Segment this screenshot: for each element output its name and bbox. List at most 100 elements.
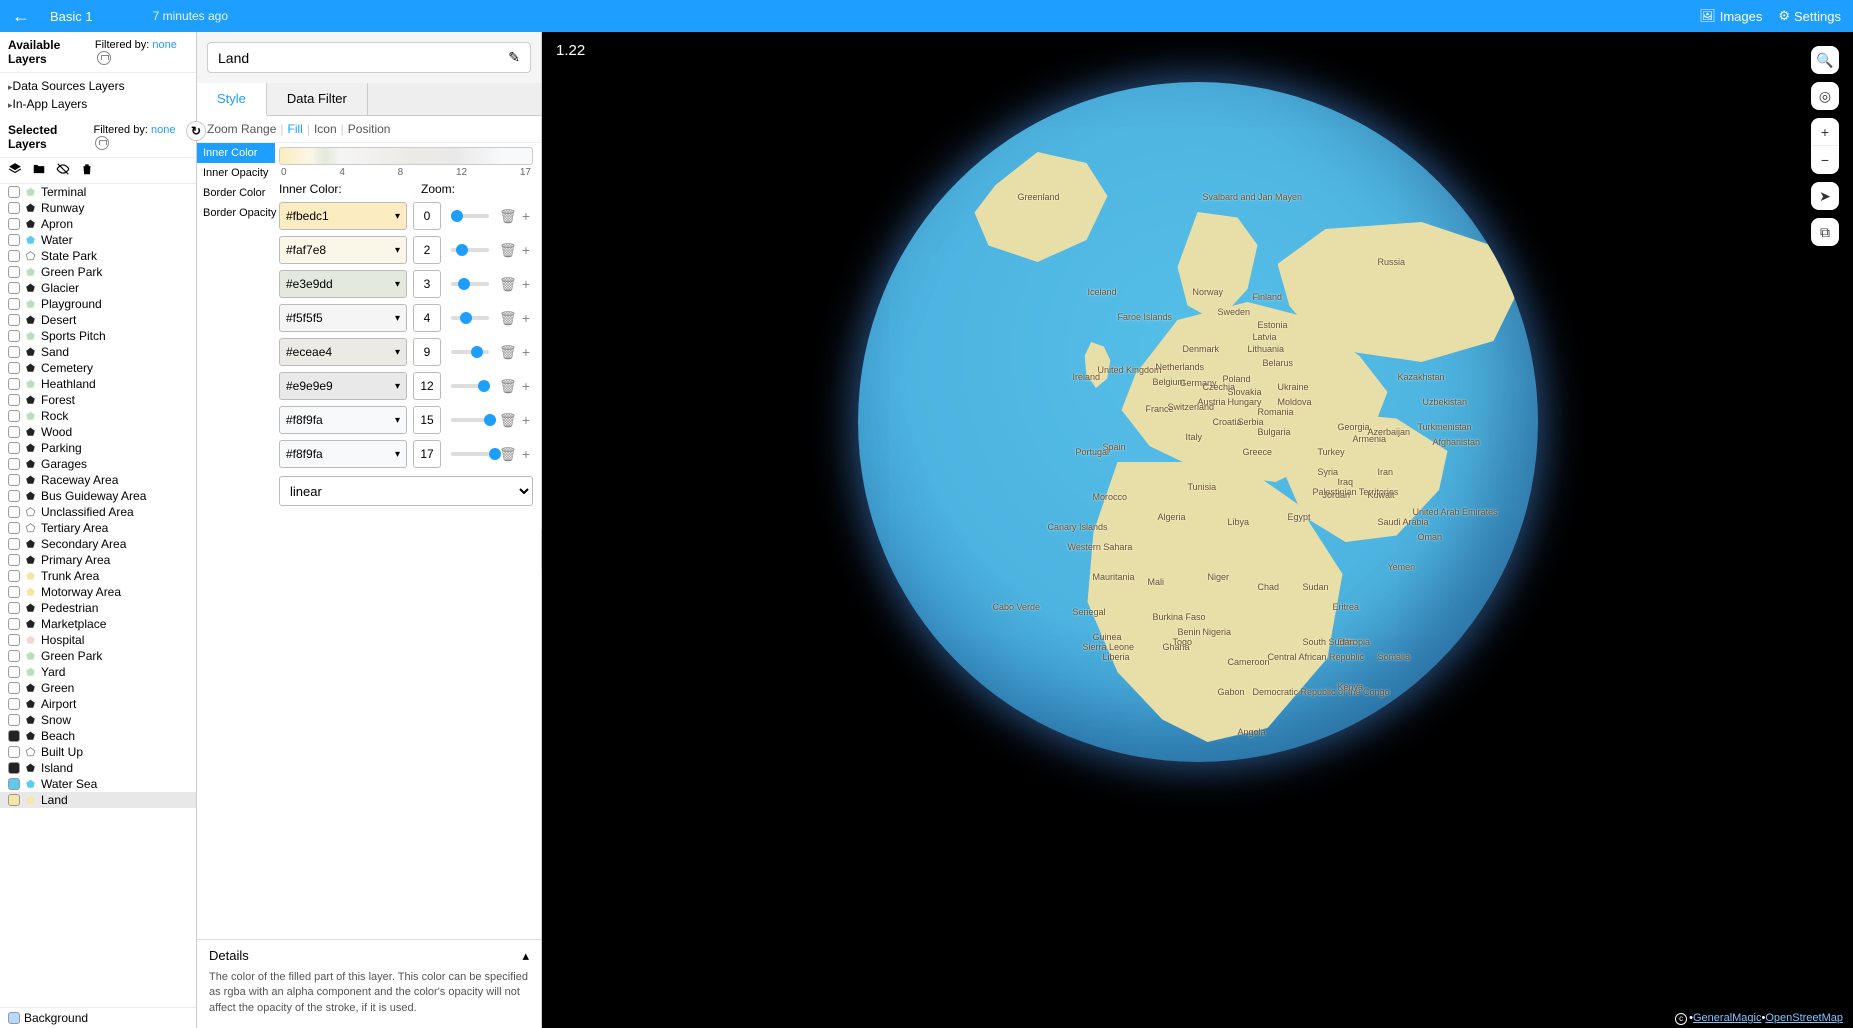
subnav-icon[interactable]: Icon — [314, 122, 337, 136]
locate-button[interactable]: ◎ — [1811, 82, 1839, 110]
layer-name-field[interactable]: Land ✎ — [207, 42, 531, 73]
add-stop-button[interactable]: + — [519, 344, 533, 360]
available-filter[interactable]: Filtered by: none — [95, 39, 188, 65]
color-swatch[interactable]: #e3e9dd▾ — [279, 270, 407, 298]
layer-item[interactable]: Rock — [0, 408, 196, 424]
zoom-slider[interactable] — [451, 248, 489, 252]
settings-button[interactable]: ⚙Settings — [1778, 8, 1841, 24]
zoom-value-input[interactable]: 3 — [413, 270, 441, 298]
zoom-slider[interactable] — [451, 282, 489, 286]
delete-stop-button[interactable]: 🗑 — [499, 446, 513, 463]
layer-item[interactable]: State Park — [0, 248, 196, 264]
zoom-value-input[interactable]: 0 — [413, 202, 441, 230]
delete-stop-button[interactable]: 🗑 — [499, 276, 513, 293]
layer-item[interactable]: Bus Guideway Area — [0, 488, 196, 504]
checkbox-icon[interactable] — [8, 1012, 20, 1024]
images-button[interactable]: 🖼Images — [1699, 8, 1762, 24]
trash-icon[interactable] — [80, 162, 94, 179]
background-layer[interactable]: Background — [0, 1007, 196, 1028]
layer-item[interactable]: Forest — [0, 392, 196, 408]
checkbox-icon[interactable] — [8, 506, 20, 518]
compass-button[interactable]: ➤ — [1811, 182, 1839, 210]
folder-add-icon[interactable] — [32, 162, 46, 179]
back-button[interactable]: ← — [12, 6, 30, 27]
layer-item[interactable]: Green Park — [0, 648, 196, 664]
layer-item[interactable]: Cemetery — [0, 360, 196, 376]
prop-border-color[interactable]: Border Color — [197, 183, 275, 203]
checkbox-icon[interactable] — [8, 266, 20, 278]
layer-item[interactable]: Green — [0, 680, 196, 696]
checkbox-icon[interactable] — [8, 778, 20, 790]
layer-item[interactable]: Yard — [0, 664, 196, 680]
zoom-value-input[interactable]: 15 — [413, 406, 441, 434]
layer-item[interactable]: Airport — [0, 696, 196, 712]
color-swatch[interactable]: #fbedc1▾ — [279, 202, 407, 230]
zoom-in-button[interactable]: + — [1811, 118, 1839, 146]
layer-item[interactable]: Land — [0, 792, 196, 808]
color-swatch[interactable]: #f8f9fa▾ — [279, 406, 407, 434]
available-layer-group[interactable]: Data Sources Layers — [8, 77, 188, 95]
interpolation-select[interactable]: linear — [279, 476, 533, 506]
checkbox-icon[interactable] — [8, 442, 20, 454]
globe[interactable]: GreenlandIcelandNorwaySwedenFinlandRussi… — [858, 82, 1538, 762]
checkbox-icon[interactable] — [8, 234, 20, 246]
color-swatch[interactable]: #faf7e8▾ — [279, 236, 407, 264]
layer-item[interactable]: Runway — [0, 200, 196, 216]
delete-stop-button[interactable]: 🗑 — [499, 310, 513, 327]
checkbox-icon[interactable] — [8, 218, 20, 230]
zoom-slider[interactable] — [451, 350, 489, 354]
layer-item[interactable]: Sand — [0, 344, 196, 360]
layer-item[interactable]: Secondary Area — [0, 536, 196, 552]
checkbox-icon[interactable] — [8, 522, 20, 534]
checkbox-icon[interactable] — [8, 282, 20, 294]
add-stop-button[interactable]: + — [519, 242, 533, 258]
layer-item[interactable]: Hospital — [0, 632, 196, 648]
zoom-value-input[interactable]: 4 — [413, 304, 441, 332]
zoom-slider[interactable] — [451, 316, 489, 320]
checkbox-icon[interactable] — [8, 410, 20, 422]
layer-item[interactable]: Terminal — [0, 184, 196, 200]
checkbox-icon[interactable] — [8, 362, 20, 374]
zoom-slider[interactable] — [451, 418, 489, 422]
delete-stop-button[interactable]: 🗑 — [499, 208, 513, 225]
layer-item[interactable]: Unclassified Area — [0, 504, 196, 520]
layer-item[interactable]: Glacier — [0, 280, 196, 296]
checkbox-icon[interactable] — [8, 186, 20, 198]
zoom-slider[interactable] — [451, 384, 489, 388]
checkbox-icon[interactable] — [8, 666, 20, 678]
sync-button[interactable]: ↻ — [186, 121, 206, 141]
layer-item[interactable]: Parking — [0, 440, 196, 456]
attribution-osm[interactable]: OpenStreetMap — [1765, 1012, 1843, 1024]
zoom-slider[interactable] — [451, 214, 489, 218]
layer-item[interactable]: Water — [0, 232, 196, 248]
layer-item[interactable]: Raceway Area — [0, 472, 196, 488]
layer-item[interactable]: Pedestrian — [0, 600, 196, 616]
add-stop-button[interactable]: + — [519, 446, 533, 462]
checkbox-icon[interactable] — [8, 746, 20, 758]
layer-item[interactable]: Island — [0, 760, 196, 776]
checkbox-icon[interactable] — [8, 570, 20, 582]
layer-item[interactable]: Marketplace — [0, 616, 196, 632]
checkbox-icon[interactable] — [8, 794, 20, 806]
layer-item[interactable]: Green Park — [0, 264, 196, 280]
checkbox-icon[interactable] — [8, 394, 20, 406]
checkbox-icon[interactable] — [8, 378, 20, 390]
layer-item[interactable]: Heathland — [0, 376, 196, 392]
checkbox-icon[interactable] — [8, 298, 20, 310]
edit-icon[interactable]: ✎ — [508, 49, 520, 66]
checkbox-icon[interactable] — [8, 490, 20, 502]
zoom-slider[interactable] — [451, 452, 489, 456]
search-button[interactable]: 🔍 — [1811, 46, 1839, 74]
checkbox-icon[interactable] — [8, 538, 20, 550]
zoom-out-button[interactable]: − — [1811, 146, 1839, 174]
color-swatch[interactable]: #e9e9e9▾ — [279, 372, 407, 400]
color-swatch[interactable]: #f5f5f5▾ — [279, 304, 407, 332]
subnav-position[interactable]: Position — [348, 122, 391, 136]
layer-item[interactable]: Tertiary Area — [0, 520, 196, 536]
layers-icon[interactable] — [8, 162, 22, 179]
prop-inner-opacity[interactable]: Inner Opacity — [197, 163, 275, 183]
available-layer-group[interactable]: In-App Layers — [8, 95, 188, 113]
zoom-value-input[interactable]: 12 — [413, 372, 441, 400]
selected-filter[interactable]: Filtered by: none — [93, 124, 188, 150]
checkbox-icon[interactable] — [8, 650, 20, 662]
